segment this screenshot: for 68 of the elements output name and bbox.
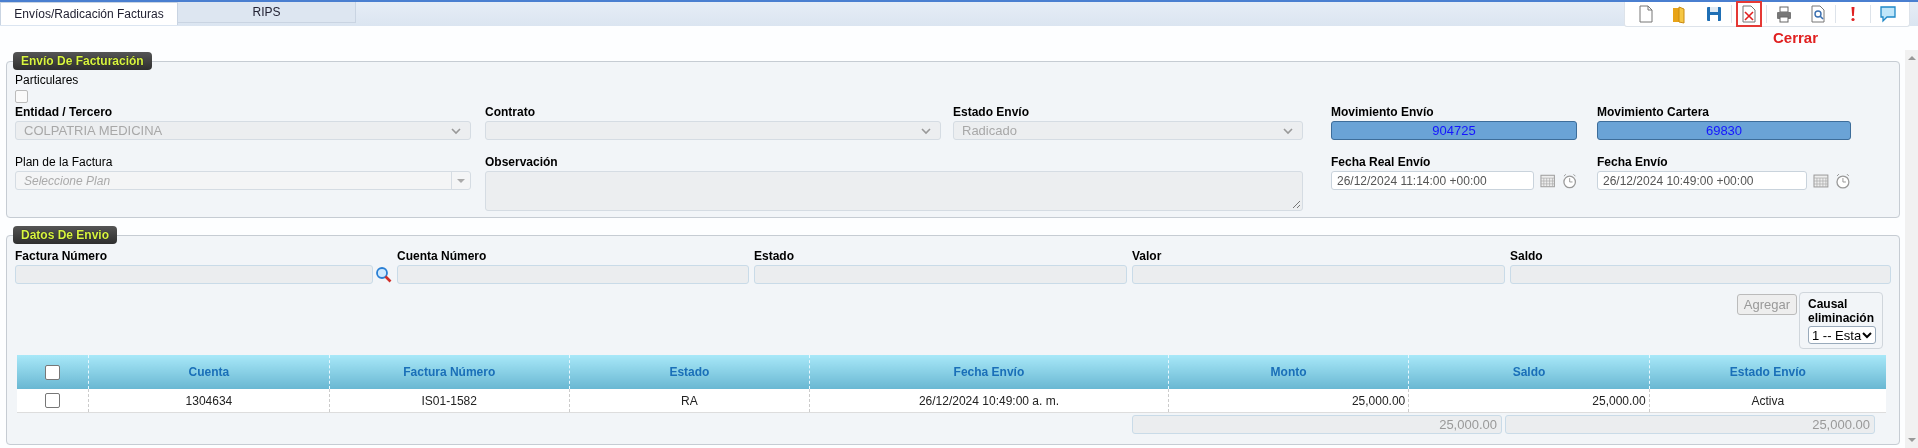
field-label: Cuenta Número [397, 248, 488, 265]
date-field[interactable]: 26/12/2024 10:49:00 +00:00 [1597, 171, 1808, 190]
input-field[interactable] [15, 265, 373, 284]
field-label: Fecha Real Envío [1331, 154, 1432, 171]
table-cell: 26/12/2024 10:49:00 a. m. [809, 389, 1169, 413]
exclamation-icon [1851, 6, 1855, 22]
field-label: Saldo [1510, 248, 1544, 265]
search-icon[interactable] [375, 266, 392, 283]
chevron-down-icon [920, 125, 932, 136]
column-header: Estado [569, 355, 810, 389]
total-field: 25,000.00 [1132, 415, 1502, 434]
field-label: Valor [1132, 248, 1163, 265]
column-header: Saldo [1408, 355, 1650, 389]
column-header: Cuenta [88, 355, 330, 389]
column-header: Monto [1168, 355, 1409, 389]
table-cell: 25,000.00 [1168, 389, 1409, 413]
input-field[interactable] [1132, 265, 1505, 284]
row-checkbox[interactable] [45, 393, 61, 409]
section-legend: Envío De Facturación [13, 52, 152, 70]
close-button[interactable] [1736, 1, 1762, 27]
table-cell: 25,000.00 [1408, 389, 1650, 413]
field-label: Causal eliminación [1808, 297, 1876, 325]
input-field[interactable] [754, 265, 1127, 284]
field-label: Estado Envío [953, 104, 1030, 121]
resize-grip-icon [1291, 199, 1301, 209]
total-field: 25,000.00 [1505, 415, 1875, 434]
column-header: Fecha Envío [809, 355, 1169, 389]
readonly-field: 69830 [1597, 121, 1851, 140]
date-field[interactable]: 26/12/2024 11:14:00 +00:00 [1331, 171, 1535, 190]
field-label: Plan de la Factura [15, 154, 114, 171]
field-label: Contrato [485, 104, 536, 121]
clock-icon[interactable] [1561, 172, 1577, 189]
calendar-icon[interactable] [1813, 172, 1830, 189]
calendar-icon[interactable] [1540, 172, 1556, 189]
field-label: Particulares [15, 72, 80, 89]
field-label: Fecha Envío [1597, 154, 1669, 171]
column-header: Estado Envío [1649, 355, 1886, 389]
dropdown-field[interactable] [485, 121, 941, 140]
table-cell: 1304634 [88, 389, 330, 413]
clock-icon[interactable] [1835, 172, 1851, 189]
input-field[interactable] [397, 265, 749, 284]
reason-dropdown[interactable]: 1 -- Esta [1808, 326, 1876, 344]
field-label: Movimiento Cartera [1597, 104, 1711, 121]
select-all-checkbox[interactable] [45, 364, 61, 380]
arrow-up-icon [1906, 54, 1917, 62]
arrow-down-icon [1906, 436, 1917, 444]
table-cell: RA [569, 389, 810, 413]
chevron-down-icon [1282, 125, 1294, 136]
speech-bubble-icon [1878, 4, 1898, 24]
field-label: Entidad / Tercero [15, 104, 114, 121]
table-cell: Activa [1649, 389, 1886, 413]
close-hint-label: Cerrar [1772, 29, 1818, 46]
field-label: Observación [485, 154, 559, 171]
caret-icon [456, 176, 466, 185]
input-field[interactable] [1510, 265, 1891, 284]
section-legend: Datos De Envio [13, 226, 118, 244]
scrollbar[interactable] [1905, 50, 1918, 448]
column-header: Factura Número [329, 355, 570, 389]
readonly-field: 904725 [1331, 121, 1577, 140]
checkbox[interactable] [15, 90, 28, 103]
field-label: Movimiento Envío [1331, 104, 1435, 121]
field-label: Estado [754, 248, 795, 265]
chevron-down-icon [450, 125, 462, 136]
chevron-down-icon [1862, 331, 1873, 339]
field-label: Factura Número [15, 248, 109, 265]
tab[interactable]: Envíos/Radicación Facturas [0, 2, 178, 25]
tab[interactable]: RIPS [178, 2, 356, 23]
table-cell: IS01-1582 [329, 389, 570, 413]
